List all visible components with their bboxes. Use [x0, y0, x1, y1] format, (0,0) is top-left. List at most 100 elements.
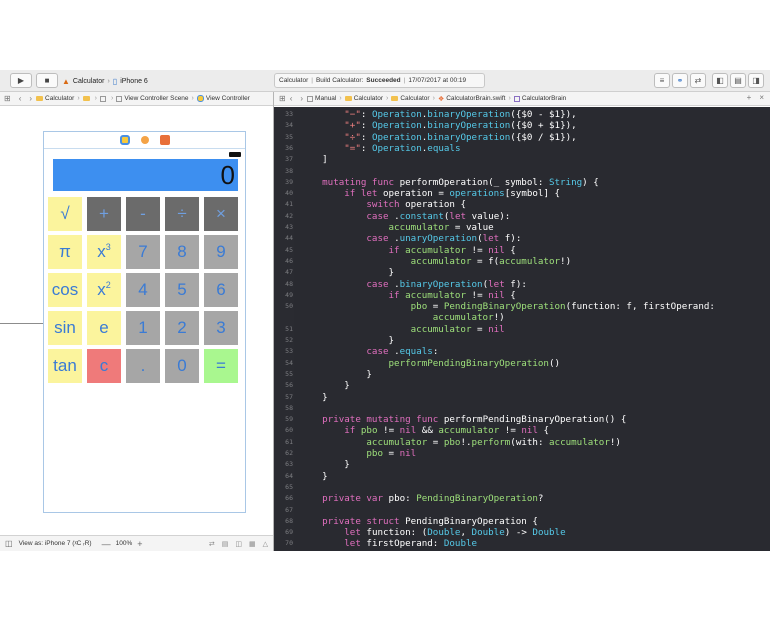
- editor-jump-item-file[interactable]: CalculatorBrain.swift: [446, 95, 505, 102]
- calc-key[interactable]: 3: [204, 311, 238, 345]
- calc-key[interactable]: 6: [204, 273, 238, 307]
- calc-key-exponent: 3: [105, 242, 111, 252]
- exit-icon[interactable]: [159, 135, 170, 145]
- view-controller-icon[interactable]: [119, 135, 130, 145]
- code-token: Double: [427, 527, 461, 539]
- calc-key[interactable]: x2: [87, 273, 121, 307]
- related-items-icon[interactable]: ⊞: [279, 94, 286, 103]
- document-outline-toggle-icon[interactable]: ◫: [5, 539, 13, 548]
- editor-jump-item-manual[interactable]: Manual: [315, 95, 336, 102]
- code-token: Double: [532, 527, 566, 539]
- calc-key[interactable]: -: [126, 197, 160, 231]
- code-token: operation =: [377, 188, 450, 200]
- calc-key[interactable]: 4: [126, 273, 160, 307]
- editor-jump-item-project[interactable]: Calculator: [354, 95, 383, 102]
- update-frames-icon[interactable]: ⇄: [209, 540, 215, 548]
- stack-icon[interactable]: ▤: [222, 540, 229, 548]
- view-controller-scene[interactable]: 0 √ + - ÷ × π x 3 7 8 9 cos x 2 4 5 6 sin e 1 2 3 tan c. 0 =: [43, 131, 246, 513]
- code-text: }: [300, 380, 350, 391]
- close-editor-icon[interactable]: ×: [759, 93, 764, 102]
- code-token: accumulator: [410, 255, 472, 267]
- run-button[interactable]: ▶: [10, 73, 32, 88]
- code-text: "÷": Operation.binaryOperation({$0 / $1}…: [300, 131, 576, 143]
- calc-key[interactable]: tan: [48, 349, 82, 383]
- code-token: Operation: [371, 131, 422, 143]
- code-token: !): [560, 255, 572, 267]
- code-token: equals: [399, 346, 433, 358]
- code-token: switch: [366, 199, 400, 211]
- calc-key[interactable]: e: [87, 311, 121, 345]
- navigator-toggle-icon[interactable]: ◧: [712, 73, 728, 88]
- back-arrow-icon[interactable]: ‹: [19, 94, 22, 103]
- calc-key-label: -: [140, 204, 146, 223]
- code-token: PendingBinaryOperation: [443, 301, 566, 313]
- ib-jump-item-project[interactable]: Calculator: [45, 95, 74, 102]
- calc-key[interactable]: √: [48, 197, 82, 231]
- project-icon: [344, 96, 352, 101]
- ib-jump-item-scene[interactable]: View Controller Scene: [124, 95, 188, 102]
- stop-icon: ■: [44, 76, 50, 85]
- utilities-toggle-icon[interactable]: ◨: [748, 73, 764, 88]
- calc-key[interactable]: 1: [126, 311, 160, 345]
- calc-key-label: x: [97, 242, 106, 261]
- calc-key[interactable]: 7: [126, 235, 160, 269]
- calc-key[interactable]: 9: [204, 235, 238, 269]
- calc-key-label: 8: [177, 242, 187, 261]
- editor-jump-item-symbol[interactable]: CalculatorBrain: [522, 95, 566, 102]
- forward-arrow-icon[interactable]: ›: [29, 94, 32, 103]
- calc-key[interactable]: x3: [87, 235, 121, 269]
- chevron-right-icon: ›: [339, 95, 342, 102]
- calc-key[interactable]: π: [48, 235, 82, 269]
- calc-key[interactable]: 0: [165, 349, 199, 383]
- calc-key-label: c: [99, 356, 109, 375]
- calc-key-label: 3: [216, 318, 226, 337]
- stop-button[interactable]: ■: [36, 73, 58, 88]
- code-token: .: [388, 278, 400, 290]
- code-token: f):: [504, 278, 527, 290]
- calc-key[interactable]: ÷: [165, 197, 199, 231]
- resolve-issues-icon[interactable]: △: [263, 540, 268, 548]
- line-number: 60: [285, 426, 293, 435]
- source-editor[interactable]: 33 "−": Operation.binaryOperation({$0 - …: [274, 107, 770, 551]
- standard-editor-icon[interactable]: ≡: [654, 73, 670, 88]
- first-responder-icon[interactable]: [140, 136, 149, 144]
- manual-mode-icon: [307, 95, 314, 102]
- code-token: binaryOperation: [399, 278, 483, 290]
- editor-jump-item-folder[interactable]: Calculator: [400, 95, 429, 102]
- calc-key[interactable]: ×: [204, 197, 238, 231]
- pin-icon[interactable]: ▦: [249, 540, 256, 548]
- add-editor-icon[interactable]: +: [747, 93, 752, 102]
- calc-key[interactable]: 2: [165, 311, 199, 345]
- forward-arrow-icon[interactable]: ›: [300, 94, 303, 103]
- calc-key[interactable]: cos: [48, 273, 82, 307]
- calc-key[interactable]: +: [87, 197, 121, 231]
- calc-key[interactable]: c: [87, 349, 121, 383]
- version-editor-icon[interactable]: ⇄: [690, 73, 706, 88]
- zoom-out-button[interactable]: —: [102, 539, 111, 549]
- back-arrow-icon[interactable]: ‹: [290, 94, 293, 103]
- code-text: case .unaryOperation(let f):: [300, 233, 521, 244]
- view-as-device[interactable]: View as: iPhone 7 (ᵡC ᵣR): [19, 540, 92, 547]
- assistant-editor-icon[interactable]: ⚭: [672, 73, 688, 88]
- calculator-display[interactable]: 0: [53, 159, 238, 191]
- calc-key[interactable]: .: [126, 349, 160, 383]
- calc-key[interactable]: =: [204, 349, 238, 383]
- line-number: 51: [285, 324, 293, 333]
- calc-key[interactable]: 8: [165, 235, 199, 269]
- related-items-icon[interactable]: ⊞: [4, 94, 11, 103]
- ib-jump-item-controller[interactable]: View Controller: [206, 95, 250, 102]
- calc-key[interactable]: sin: [48, 311, 82, 345]
- calc-key[interactable]: 5: [165, 273, 199, 307]
- debug-area-toggle-icon[interactable]: ▤: [730, 73, 746, 88]
- code-token: PendingBinaryOperation: [416, 493, 538, 505]
- zoom-in-button[interactable]: +: [137, 539, 142, 549]
- line-number: 35: [285, 132, 293, 141]
- interface-builder-canvas[interactable]: ⟶ 0 √ + - ÷ × π x 3 7 8 9 cos x 2 4 5 6 sin e 1 2 3 tan c. 0 =: [0, 107, 273, 535]
- code-token: unaryOperation: [399, 233, 478, 245]
- line-number: 49: [285, 290, 293, 299]
- line-number: 47: [285, 268, 293, 277]
- scheme-selector[interactable]: ▲ Calculator › ▯ iPhone 6: [62, 74, 148, 88]
- align-icon[interactable]: ◫: [235, 540, 242, 548]
